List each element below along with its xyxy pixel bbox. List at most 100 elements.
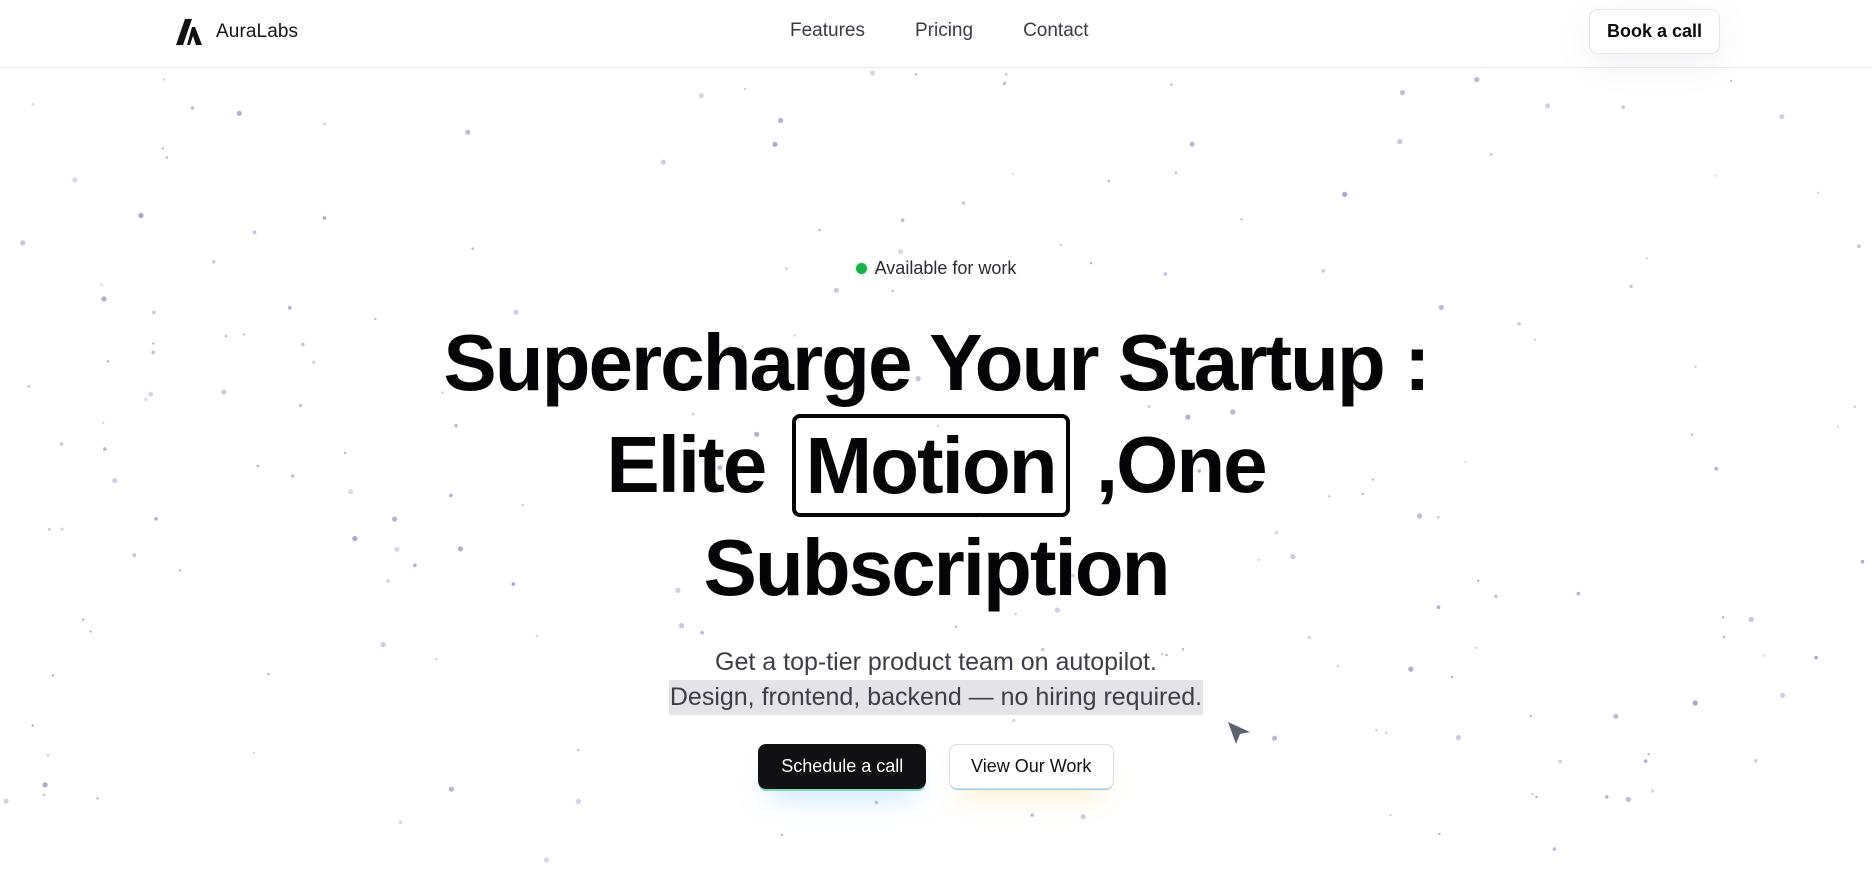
- star-dot: [1531, 793, 1534, 796]
- star-dot: [1455, 735, 1461, 741]
- star-dot: [288, 305, 292, 310]
- star-dot: [101, 296, 107, 302]
- star-dot: [1779, 114, 1785, 120]
- nav-link-pricing[interactable]: Pricing: [915, 20, 973, 42]
- star-dot: [1545, 103, 1551, 109]
- star-dot: [138, 212, 144, 219]
- book-a-call-button[interactable]: Book a call: [1589, 9, 1720, 54]
- star-dot: [780, 833, 784, 837]
- star-dot: [162, 78, 165, 81]
- star-dot: [535, 634, 538, 638]
- star-dot: [96, 797, 99, 800]
- star-dot: [1385, 731, 1388, 734]
- star-dot: [72, 177, 78, 183]
- hero-subtitle: Get a top-tier product team on autopilot…: [0, 645, 1872, 715]
- star-dot: [1817, 191, 1820, 194]
- star-dot: [1375, 729, 1378, 732]
- headline-line-3: Subscription: [703, 523, 1171, 612]
- star-dot: [1552, 847, 1557, 851]
- cta-row: Schedule a call View Our Work: [0, 744, 1872, 789]
- star-dot: [1621, 105, 1625, 109]
- star-dot: [100, 283, 103, 286]
- star-dot: [1342, 191, 1348, 197]
- star-dot: [954, 625, 958, 628]
- nav-link-features[interactable]: Features: [790, 20, 865, 42]
- star-dot: [874, 800, 879, 805]
- star-dot: [1529, 714, 1533, 718]
- star-dot: [1535, 795, 1538, 799]
- headline-word-one: ,One: [1095, 420, 1268, 509]
- star-dot: [1272, 735, 1278, 741]
- star-dot: [961, 201, 966, 205]
- star-dot: [575, 798, 581, 805]
- headline-line-2: Elite Motion ,One: [0, 414, 1872, 517]
- star-dot: [252, 230, 257, 234]
- star-dot: [1714, 174, 1717, 177]
- star-dot: [1474, 77, 1480, 83]
- star-dot: [1438, 304, 1444, 311]
- star-dot: [1389, 813, 1392, 817]
- star-dot: [1625, 796, 1631, 802]
- star-dot: [1059, 243, 1062, 247]
- star-dot: [1002, 81, 1007, 86]
- star-dot: [1857, 244, 1861, 248]
- star-dot: [1650, 789, 1655, 793]
- availability-status: Available for work: [0, 258, 1872, 279]
- star-dot: [323, 122, 326, 126]
- status-text: Available for work: [874, 258, 1017, 278]
- star-dot: [1174, 171, 1178, 174]
- star-dot: [20, 240, 26, 246]
- schedule-a-call-button[interactable]: Schedule a call: [758, 744, 927, 789]
- star-dot: [1307, 635, 1312, 640]
- star-dot: [898, 249, 904, 255]
- star-dot: [543, 857, 550, 863]
- star-dot: [1729, 79, 1733, 83]
- star-dot: [89, 630, 92, 633]
- star-dot: [1170, 83, 1173, 86]
- headline-word-elite: Elite: [606, 420, 767, 509]
- star-dot: [190, 106, 195, 110]
- star-dot: [869, 70, 876, 76]
- star-dot: [1240, 218, 1243, 221]
- star-dot: [398, 820, 403, 825]
- nav-links: Features Pricing Contact: [790, 20, 1089, 42]
- auralabs-logo-icon: [176, 19, 202, 45]
- star-dot: [900, 218, 905, 222]
- star-dot: [833, 287, 840, 293]
- star-dot: [1011, 718, 1016, 723]
- star-dot: [700, 630, 704, 635]
- star-dot: [1490, 153, 1493, 156]
- star-dot: [698, 93, 704, 99]
- star-dot: [1011, 172, 1014, 176]
- subtitle-line-2-selected: Design, frontend, backend — no hiring re…: [668, 680, 1204, 715]
- star-dot: [818, 228, 821, 232]
- star-dot: [1722, 635, 1726, 639]
- headline-line-1: Supercharge Your Startup :: [443, 318, 1430, 407]
- star-dot: [1397, 139, 1403, 145]
- star-dot: [743, 87, 747, 91]
- brand-name: AuraLabs: [216, 21, 299, 42]
- star-dot: [679, 623, 685, 629]
- star-dot: [471, 247, 474, 250]
- star-dot: [1189, 141, 1195, 147]
- star-dot: [1629, 284, 1633, 289]
- brand[interactable]: AuraLabs: [176, 18, 298, 46]
- star-dot: [161, 147, 164, 150]
- star-dot: [778, 117, 784, 124]
- star-dot: [1400, 90, 1406, 96]
- status-dot-icon: [855, 263, 867, 274]
- view-our-work-button[interactable]: View Our Work: [948, 744, 1114, 789]
- star-dot: [165, 156, 168, 159]
- star-dot: [31, 724, 34, 727]
- star-dot: [772, 141, 778, 147]
- nav-link-contact[interactable]: Contact: [1023, 20, 1088, 42]
- star-dot: [1438, 832, 1441, 836]
- star-dot: [465, 129, 471, 135]
- star-dot: [1005, 73, 1008, 76]
- star-dot: [1080, 814, 1086, 820]
- star-dot: [43, 793, 46, 797]
- star-dot: [1030, 813, 1034, 817]
- star-dot: [322, 216, 327, 220]
- subtitle-line-1: Get a top-tier product team on autopilot…: [715, 648, 1157, 676]
- star-dot: [1605, 795, 1609, 799]
